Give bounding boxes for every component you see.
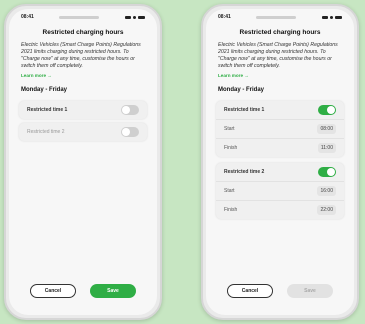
restricted-time-2-row: Restricted time 2 xyxy=(216,163,344,181)
description: Electric Vehicles (Smart Charge Points) … xyxy=(218,42,338,69)
section-heading: Monday - Friday xyxy=(21,87,68,93)
finish-time-field[interactable]: 11:00 xyxy=(317,143,336,153)
notch xyxy=(59,15,100,19)
cancel-button[interactable]: Cancel xyxy=(227,284,273,298)
learn-more-link[interactable]: Learn more → xyxy=(206,70,354,78)
restricted-time-2-card: Restricted time 2 xyxy=(19,123,147,141)
restricted-time-2-toggle[interactable] xyxy=(318,167,336,177)
action-buttons: Cancel Save xyxy=(9,284,157,298)
finish-label: Finish xyxy=(224,145,238,151)
start-label: Start xyxy=(224,126,235,132)
finish-row: Finish 11:00 xyxy=(216,138,344,157)
cancel-button[interactable]: Cancel xyxy=(30,284,76,298)
start-time-field[interactable]: 16:00 xyxy=(317,186,336,196)
restricted-time-1-card: Restricted time 1 xyxy=(19,101,147,119)
description: Electric Vehicles (Smart Charge Points) … xyxy=(21,42,141,69)
signal-icon xyxy=(124,15,131,19)
action-buttons: Cancel Save xyxy=(206,284,354,298)
battery-icon xyxy=(137,15,145,19)
battery-icon xyxy=(334,15,342,19)
save-button[interactable]: Save xyxy=(90,284,136,298)
restricted-time-1-toggle[interactable] xyxy=(121,105,139,115)
restricted-time-2-row: Restricted time 2 xyxy=(19,123,147,141)
wifi-icon xyxy=(132,15,136,19)
phone-left: 08:41 Restricted charging hours Electric… xyxy=(4,4,162,320)
section-heading: Monday - Friday xyxy=(218,87,265,93)
phone-right: 08:41 Restricted charging hours Electric… xyxy=(201,4,359,320)
restricted-time-1-label: Restricted time 1 xyxy=(224,107,265,113)
start-label: Start xyxy=(224,188,235,194)
screen-right: 08:41 Restricted charging hours Electric… xyxy=(206,9,354,315)
page-title: Restricted charging hours xyxy=(239,29,321,36)
finish-row: Finish 22:00 xyxy=(216,200,344,219)
status-time: 08:41 xyxy=(21,14,34,20)
restricted-time-1-row: Restricted time 1 xyxy=(216,101,344,119)
start-row: Start 16:00 xyxy=(216,181,344,200)
notch xyxy=(256,15,297,19)
start-row: Start 08:00 xyxy=(216,119,344,138)
restricted-time-1-card: Restricted time 1 Start 08:00 Finish 11:… xyxy=(216,101,344,157)
page-title: Restricted charging hours xyxy=(42,29,124,36)
finish-time-field[interactable]: 22:00 xyxy=(317,205,336,215)
start-time-field[interactable]: 08:00 xyxy=(317,124,336,134)
signal-icon xyxy=(321,15,328,19)
restricted-time-2-toggle[interactable] xyxy=(121,127,139,137)
learn-more-link[interactable]: Learn more → xyxy=(9,70,157,78)
status-bar: 08:41 xyxy=(206,9,354,25)
save-button[interactable]: Save xyxy=(287,284,333,298)
restricted-time-2-card: Restricted time 2 Start 16:00 Finish 22:… xyxy=(216,163,344,219)
screen-left: 08:41 Restricted charging hours Electric… xyxy=(9,9,157,315)
status-bar: 08:41 xyxy=(9,9,157,25)
restricted-time-1-label: Restricted time 1 xyxy=(27,107,68,113)
restricted-time-2-label: Restricted time 2 xyxy=(224,169,265,175)
restricted-time-1-row: Restricted time 1 xyxy=(19,101,147,119)
status-icons xyxy=(124,15,145,19)
restricted-time-2-label: Restricted time 2 xyxy=(27,129,65,135)
status-icons xyxy=(321,15,342,19)
restricted-time-1-toggle[interactable] xyxy=(318,105,336,115)
status-time: 08:41 xyxy=(218,14,231,20)
finish-label: Finish xyxy=(224,207,238,213)
wifi-icon xyxy=(329,15,333,19)
